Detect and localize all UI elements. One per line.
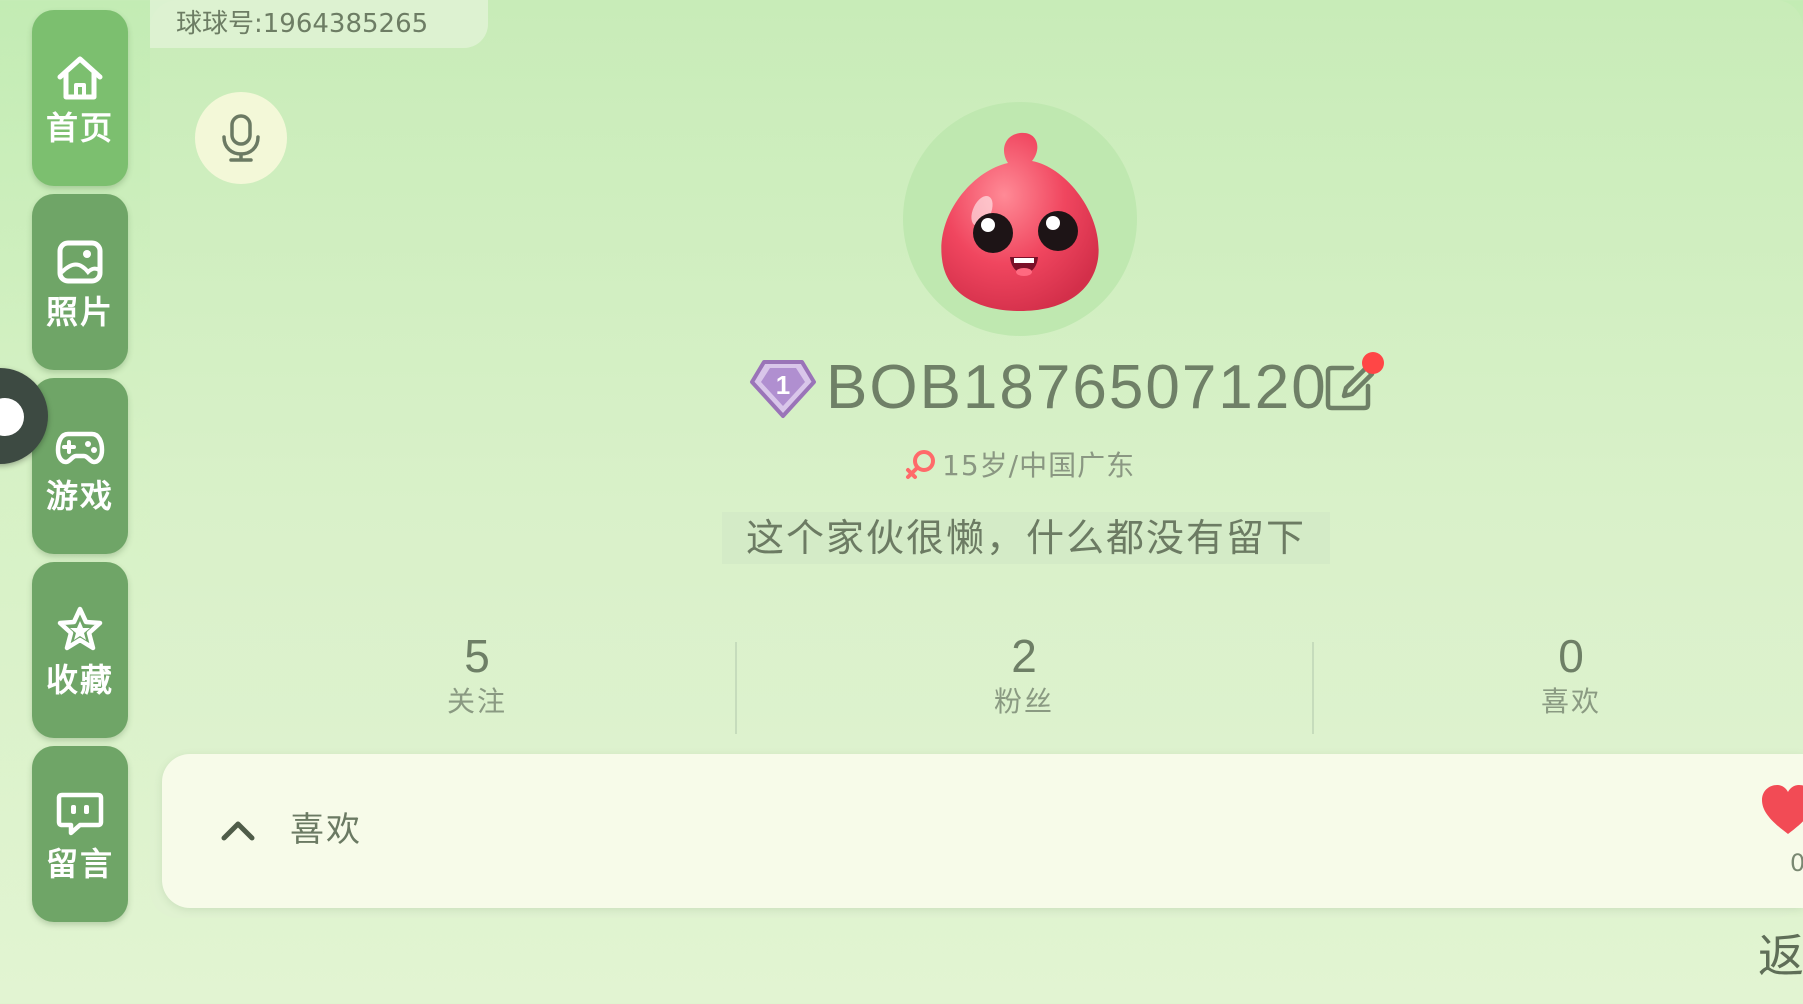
profile-meta: 15岁/中国广东 (904, 444, 1135, 484)
likes-section: 喜欢 0 (162, 754, 1803, 908)
stat-label: 关注 (446, 685, 507, 718)
message-icon (56, 792, 104, 836)
sidebar-item-label: 收藏 (45, 661, 114, 699)
photo-icon (57, 240, 103, 284)
notification-dot (1362, 352, 1384, 374)
stat-value: 0 (1558, 630, 1584, 682)
back-button[interactable]: 返 (1758, 926, 1803, 986)
gamepad-icon (55, 431, 105, 465)
microphone-icon (222, 114, 260, 162)
user-id-label: 球球号:1964385265 (150, 0, 488, 48)
age-location-text: 15岁/中国广东 (942, 449, 1136, 482)
likes-count-hint: 0 (1790, 849, 1803, 877)
level-number: 1 (776, 370, 790, 400)
sidebar-item-label: 留言 (45, 845, 114, 883)
female-gender-icon (906, 450, 935, 479)
profile-bio: 这个家伙很懒，什么都没有留下 (722, 512, 1330, 564)
star-icon (57, 606, 103, 651)
stat-likes[interactable]: 0 喜欢 (1471, 628, 1671, 720)
slime-avatar-icon (941, 132, 1099, 311)
likes-section-title: 喜欢 (290, 810, 362, 850)
sidebar-item-home[interactable]: 首页 (32, 10, 128, 186)
sidebar-item-label: 首页 (45, 109, 114, 147)
sidebar-item-label: 游戏 (45, 477, 114, 515)
stat-value: 5 (464, 630, 490, 682)
sidebar-item-favorites[interactable]: 收藏 (32, 562, 128, 738)
sidebar-item-messages[interactable]: 留言 (32, 746, 128, 922)
sidebar-item-photos[interactable]: 照片 (32, 194, 128, 370)
stat-followers[interactable]: 2 粉丝 (924, 628, 1124, 720)
heart-icon[interactable] (1758, 782, 1803, 838)
username: BOB1876507120 (826, 353, 1328, 422)
voice-intro-button[interactable] (195, 92, 287, 184)
home-icon (57, 56, 103, 100)
stat-label: 粉丝 (993, 685, 1054, 718)
avatar[interactable] (903, 102, 1137, 336)
stat-label: 喜欢 (1540, 685, 1601, 718)
stat-divider (735, 642, 737, 734)
chevron-up-icon[interactable] (216, 808, 260, 852)
stat-value: 2 (1011, 630, 1037, 682)
sidebar-item-label: 照片 (45, 293, 114, 331)
level-badge-icon: 1 (750, 360, 816, 418)
stat-divider (1312, 642, 1314, 734)
stat-following[interactable]: 5 关注 (377, 628, 577, 720)
